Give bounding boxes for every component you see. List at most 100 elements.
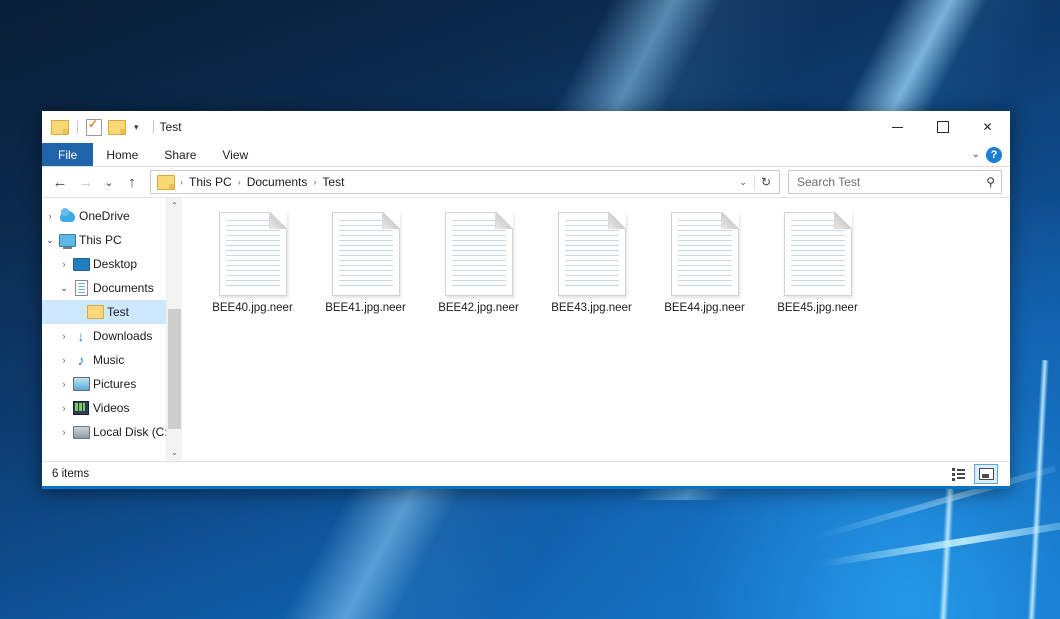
- documents-icon: [72, 280, 90, 296]
- customize-chevron-icon[interactable]: ▾: [132, 123, 141, 132]
- file-name-label: BEE45.jpg.neer: [777, 302, 858, 314]
- address-dropdown-icon[interactable]: ⌄: [732, 177, 754, 188]
- tab-share[interactable]: Share: [151, 143, 209, 166]
- file-name-label: BEE41.jpg.neer: [325, 302, 406, 314]
- new-folder-icon[interactable]: [108, 120, 126, 135]
- sidebar-item-onedrive[interactable]: › OneDrive: [42, 204, 182, 228]
- sidebar-item-videos[interactable]: › Videos: [42, 396, 182, 420]
- file-item[interactable]: BEE44.jpg.neer: [648, 208, 761, 314]
- search-icon[interactable]: ⚲: [986, 175, 995, 189]
- chevron-down-icon[interactable]: ⌄: [56, 283, 72, 294]
- help-icon[interactable]: ?: [986, 147, 1002, 163]
- breadcrumb-item-this-pc[interactable]: This PC: [185, 175, 236, 189]
- recent-locations-button[interactable]: ⌄: [100, 170, 118, 194]
- chevron-right-icon[interactable]: ›: [42, 211, 58, 221]
- breadcrumb-separator: ›: [311, 177, 318, 187]
- chevron-down-icon[interactable]: ⌄: [42, 235, 58, 246]
- refresh-icon[interactable]: ↻: [754, 175, 777, 189]
- title-bar: ▾ Test ✕: [42, 111, 1010, 143]
- tab-home[interactable]: Home: [93, 143, 151, 166]
- chevron-down-icon[interactable]: ⌄: [972, 149, 980, 160]
- chevron-right-icon[interactable]: ›: [56, 427, 72, 437]
- item-count-label: 6 items: [52, 468, 89, 480]
- large-icons-view-icon: [979, 468, 994, 480]
- scrollbar-track[interactable]: [167, 214, 182, 445]
- tab-view[interactable]: View: [209, 143, 261, 166]
- sidebar-item-local-disk-c[interactable]: › Local Disk (C:): [42, 420, 182, 444]
- file-grid: BEE40.jpg.neer BEE41.jpg.neer BEE42.jpg.…: [196, 208, 1010, 314]
- back-button[interactable]: ←: [48, 170, 72, 194]
- properties-icon[interactable]: [86, 119, 102, 136]
- file-name-label: BEE42.jpg.neer: [438, 302, 519, 314]
- search-box[interactable]: ⚲: [788, 170, 1002, 194]
- sidebar-item-label: Music: [90, 353, 124, 367]
- scrollbar-thumb[interactable]: [168, 309, 181, 429]
- file-item[interactable]: BEE43.jpg.neer: [535, 208, 648, 314]
- generic-document-icon: [332, 212, 400, 296]
- details-view-icon: [952, 468, 965, 481]
- scroll-up-icon[interactable]: ⌃: [171, 198, 178, 214]
- generic-document-icon: [784, 212, 852, 296]
- sidebar-scrollbar[interactable]: ⌃ ⌄: [166, 198, 182, 461]
- file-item[interactable]: BEE40.jpg.neer: [196, 208, 309, 314]
- file-name-label: BEE43.jpg.neer: [551, 302, 632, 314]
- videos-icon: [72, 401, 90, 415]
- sidebar-item-downloads[interactable]: › ↓ Downloads: [42, 324, 182, 348]
- file-item[interactable]: BEE45.jpg.neer: [761, 208, 874, 314]
- breadcrumb-item-test[interactable]: Test: [318, 175, 348, 189]
- folder-icon[interactable]: [51, 120, 69, 135]
- forward-button[interactable]: →: [74, 170, 98, 194]
- details-view-button[interactable]: [947, 465, 969, 483]
- folder-icon: [86, 305, 104, 319]
- desktop-icon: [72, 258, 90, 271]
- breadcrumb-separator: ›: [178, 177, 185, 187]
- ribbon-tab-bar: File Home Share View ⌄ ?: [42, 143, 1010, 167]
- sidebar-item-music[interactable]: › ♪ Music: [42, 348, 182, 372]
- sidebar-item-label: Desktop: [90, 257, 137, 271]
- up-button[interactable]: ↑: [120, 170, 144, 194]
- status-bar: 6 items: [42, 461, 1010, 486]
- minimize-button[interactable]: [875, 111, 920, 143]
- sidebar-item-test[interactable]: Test: [42, 300, 182, 324]
- view-toggle-group: [947, 464, 1004, 484]
- title-divider: [153, 120, 154, 134]
- chevron-right-icon[interactable]: ›: [56, 331, 72, 341]
- sidebar-item-label: Test: [104, 305, 129, 319]
- file-explorer-window: ▾ Test ✕ File Home Share View ⌄ ? ← →: [42, 111, 1010, 489]
- breadcrumb-item-documents[interactable]: Documents: [243, 175, 312, 189]
- chevron-right-icon[interactable]: ›: [56, 355, 72, 365]
- sidebar-item-label: Pictures: [90, 377, 136, 391]
- large-icons-view-button[interactable]: [974, 464, 998, 484]
- explorer-body: › OneDrive ⌄ This PC › Desktop ⌄: [42, 197, 1010, 461]
- file-list-view[interactable]: BEE40.jpg.neer BEE41.jpg.neer BEE42.jpg.…: [182, 198, 1010, 461]
- maximize-button[interactable]: [920, 111, 965, 143]
- desktop-wallpaper: ▾ Test ✕ File Home Share View ⌄ ? ← →: [0, 0, 1060, 619]
- file-item[interactable]: BEE42.jpg.neer: [422, 208, 535, 314]
- scroll-down-icon[interactable]: ⌄: [171, 445, 178, 461]
- sidebar-item-this-pc[interactable]: ⌄ This PC: [42, 228, 182, 252]
- close-button[interactable]: ✕: [965, 111, 1010, 143]
- window-title: Test: [160, 120, 182, 134]
- generic-document-icon: [671, 212, 739, 296]
- breadcrumb[interactable]: › This PC › Documents › Test ⌄ ↻: [150, 170, 780, 194]
- cloud-icon: [58, 211, 76, 222]
- chevron-right-icon[interactable]: ›: [56, 259, 72, 269]
- tab-file[interactable]: File: [42, 143, 93, 166]
- sidebar-item-desktop[interactable]: › Desktop: [42, 252, 182, 276]
- toolbar-divider: [77, 120, 78, 134]
- sidebar-item-label: OneDrive: [76, 209, 130, 223]
- file-name-label: BEE40.jpg.neer: [212, 302, 293, 314]
- sidebar-item-pictures[interactable]: › Pictures: [42, 372, 182, 396]
- chevron-right-icon[interactable]: ›: [56, 403, 72, 413]
- sidebar-item-label: Documents: [90, 281, 154, 295]
- file-item[interactable]: BEE41.jpg.neer: [309, 208, 422, 314]
- window-controls: ✕: [875, 111, 1010, 143]
- downloads-icon: ↓: [72, 329, 90, 343]
- sidebar-item-label: Local Disk (C:): [90, 425, 172, 439]
- disk-icon: [72, 426, 90, 439]
- sidebar-item-documents[interactable]: ⌄ Documents: [42, 276, 182, 300]
- chevron-right-icon[interactable]: ›: [56, 379, 72, 389]
- pictures-icon: [72, 377, 90, 391]
- search-input[interactable]: [795, 174, 986, 190]
- pc-icon: [58, 234, 76, 247]
